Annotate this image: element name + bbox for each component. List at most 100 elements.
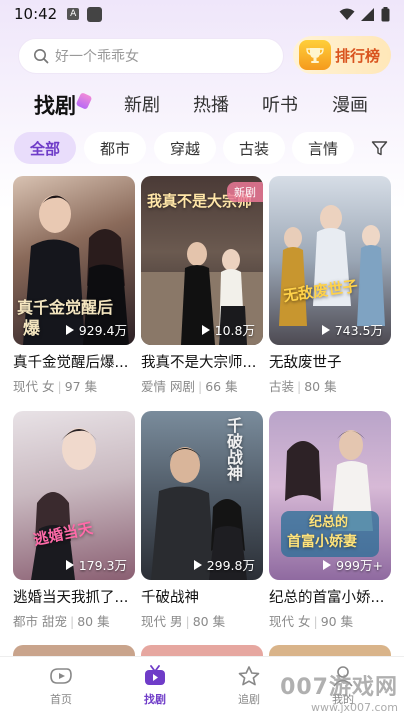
play-icon bbox=[321, 324, 330, 335]
play-count-value: 999万+ bbox=[336, 558, 383, 573]
drama-episodes: 80 集 bbox=[304, 379, 337, 394]
trophy-icon bbox=[299, 40, 331, 70]
poster-art-title-2: 首富小娇妻 bbox=[287, 534, 357, 550]
drama-episodes: 66 集 bbox=[205, 379, 238, 394]
watermark-sub: www.jx007.com bbox=[310, 701, 398, 714]
signal-icon bbox=[361, 7, 374, 21]
drama-card[interactable]: 无敌废世子 743.5万 无敌废世子 古装 | 80 集 bbox=[269, 176, 391, 395]
play-count-value: 10.8万 bbox=[214, 323, 255, 338]
play-count-value: 743.5万 bbox=[334, 323, 383, 338]
drama-meta: 古装 | 80 集 bbox=[269, 379, 337, 394]
status-bar: 10:42 A bbox=[0, 0, 404, 28]
play-count: 743.5万 bbox=[321, 320, 383, 339]
play-icon bbox=[323, 559, 332, 570]
play-icon bbox=[193, 559, 202, 570]
search-input[interactable]: 好一个乖乖女 bbox=[18, 38, 284, 74]
notification-app-icon bbox=[87, 6, 103, 22]
tab-find-drama[interactable]: 找剧 bbox=[34, 88, 76, 124]
notification-a-icon: A bbox=[67, 8, 80, 20]
filter-icon[interactable] bbox=[371, 140, 388, 157]
drama-card[interactable]: 纪总的 首富小娇妻 999万+ 纪总的首富小娇... 现代 女 | 90 集 bbox=[269, 411, 391, 630]
play-count: 299.8万 bbox=[193, 555, 255, 574]
drama-poster[interactable]: 纪总的 首富小娇妻 999万+ bbox=[269, 411, 391, 580]
home-icon bbox=[50, 668, 72, 684]
play-count-value: 299.8万 bbox=[206, 558, 255, 573]
drama-poster[interactable]: 无敌废世子 743.5万 bbox=[269, 176, 391, 345]
drama-card[interactable]: 逃婚当天 179.3万 逃婚当天我抓了... 都市 甜宠 | 80 集 bbox=[13, 411, 135, 630]
nav-label: 找剧 bbox=[144, 693, 166, 706]
tab-hot[interactable]: 热播 bbox=[193, 88, 229, 124]
new-badge: 新剧 bbox=[227, 182, 263, 202]
drama-title[interactable]: 真千金觉醒后爆... bbox=[13, 351, 135, 372]
play-count: 10.8万 bbox=[201, 320, 255, 339]
drama-title[interactable]: 逃婚当天我抓了... bbox=[13, 586, 135, 607]
drama-card[interactable]: 真千金觉醒后 爆 929.4万 真千金觉醒后爆... 现代 女 | 97 集 bbox=[13, 176, 135, 395]
poster-art-title: 纪总的 bbox=[309, 515, 349, 530]
drama-tag: 女 bbox=[42, 379, 55, 394]
filter-all[interactable]: 全部 bbox=[14, 132, 76, 164]
drama-episodes: 80 集 bbox=[77, 614, 110, 629]
site-watermark: 007游戏网 www.jx007.com bbox=[280, 669, 398, 714]
drama-meta: 现代 女 | 97 集 bbox=[13, 379, 98, 394]
drama-poster[interactable]: 真千金觉醒后 爆 929.4万 bbox=[13, 176, 135, 345]
ranking-button[interactable]: 排行榜 bbox=[293, 36, 391, 74]
drama-episodes: 80 集 bbox=[192, 614, 226, 629]
drama-episodes: 97 集 bbox=[64, 379, 98, 394]
drama-tag: 甜宠 bbox=[42, 614, 68, 629]
drama-meta: 都市 甜宠 | 80 集 bbox=[13, 614, 110, 629]
drama-title[interactable]: 我真不是大宗师... bbox=[141, 351, 263, 372]
nav-label: 追剧 bbox=[238, 693, 260, 706]
nav-follow[interactable]: 追剧 bbox=[214, 665, 284, 707]
drama-meta: 现代 女 | 90 集 bbox=[269, 614, 354, 629]
drama-tag: 古装 bbox=[269, 379, 295, 394]
play-icon bbox=[65, 559, 74, 570]
drama-poster[interactable]: 我真不是大宗师 新剧 10.8万 bbox=[141, 176, 263, 345]
drama-tag: 现代 bbox=[13, 379, 39, 394]
poster-art-title: 千破战神 bbox=[224, 417, 243, 481]
filter-costume[interactable]: 古装 bbox=[223, 132, 285, 164]
play-count: 929.4万 bbox=[65, 320, 127, 339]
status-time: 10:42 bbox=[14, 5, 58, 23]
status-icons bbox=[339, 6, 390, 22]
drama-title[interactable]: 千破战神 bbox=[141, 586, 263, 607]
main-tabs: 找剧 新剧 热播 听书 漫画 bbox=[0, 88, 404, 124]
filter-row: 全部 都市 穿越 古装 言情 bbox=[0, 132, 404, 164]
drama-tag: 现代 bbox=[269, 614, 295, 629]
drama-tag: 男 bbox=[170, 614, 183, 629]
drama-tag: 都市 bbox=[13, 614, 39, 629]
search-icon bbox=[34, 49, 49, 64]
tv-icon bbox=[145, 665, 165, 685]
drama-tag: 女 bbox=[298, 614, 311, 629]
filter-time-travel[interactable]: 穿越 bbox=[154, 132, 216, 164]
tab-comics[interactable]: 漫画 bbox=[332, 88, 368, 124]
drama-tag: 网剧 bbox=[170, 379, 196, 394]
drama-meta: 爱情 网剧 | 66 集 bbox=[141, 379, 238, 394]
battery-icon bbox=[381, 6, 390, 21]
ranking-label: 排行榜 bbox=[335, 46, 381, 65]
search-row: 好一个乖乖女 排行榜 bbox=[0, 36, 404, 76]
nav-home[interactable]: 首页 bbox=[26, 665, 96, 707]
wifi-icon bbox=[339, 8, 355, 20]
drama-card[interactable]: 千破战神 299.8万 千破战神 现代 男 | 80 集 bbox=[141, 411, 263, 630]
drama-card[interactable]: 我真不是大宗师 新剧 10.8万 我真不是大宗师... 爱情 网剧 | 66 集 bbox=[141, 176, 263, 395]
drama-poster[interactable]: 逃婚当天 179.3万 bbox=[13, 411, 135, 580]
play-icon bbox=[65, 324, 74, 335]
star-icon bbox=[238, 666, 260, 686]
nav-find-drama[interactable]: 找剧 bbox=[120, 665, 190, 707]
filter-romance[interactable]: 言情 bbox=[292, 132, 354, 164]
search-placeholder: 好一个乖乖女 bbox=[55, 49, 139, 65]
drama-title[interactable]: 纪总的首富小娇... bbox=[269, 586, 391, 607]
drama-meta: 现代 男 | 80 集 bbox=[141, 614, 226, 629]
drama-title[interactable]: 无敌废世子 bbox=[269, 351, 391, 372]
tab-new-drama[interactable]: 新剧 bbox=[124, 88, 160, 124]
filter-urban[interactable]: 都市 bbox=[84, 132, 146, 164]
drama-episodes: 90 集 bbox=[320, 614, 354, 629]
drama-poster[interactable]: 千破战神 299.8万 bbox=[141, 411, 263, 580]
nav-label: 首页 bbox=[50, 693, 72, 706]
play-count: 999万+ bbox=[323, 555, 383, 574]
tab-audiobook[interactable]: 听书 bbox=[262, 88, 298, 124]
play-count-value: 179.3万 bbox=[78, 558, 127, 573]
drama-tag: 爱情 bbox=[141, 379, 167, 394]
watermark-main: 007游戏网 bbox=[280, 675, 398, 700]
drama-tag: 现代 bbox=[141, 614, 167, 629]
